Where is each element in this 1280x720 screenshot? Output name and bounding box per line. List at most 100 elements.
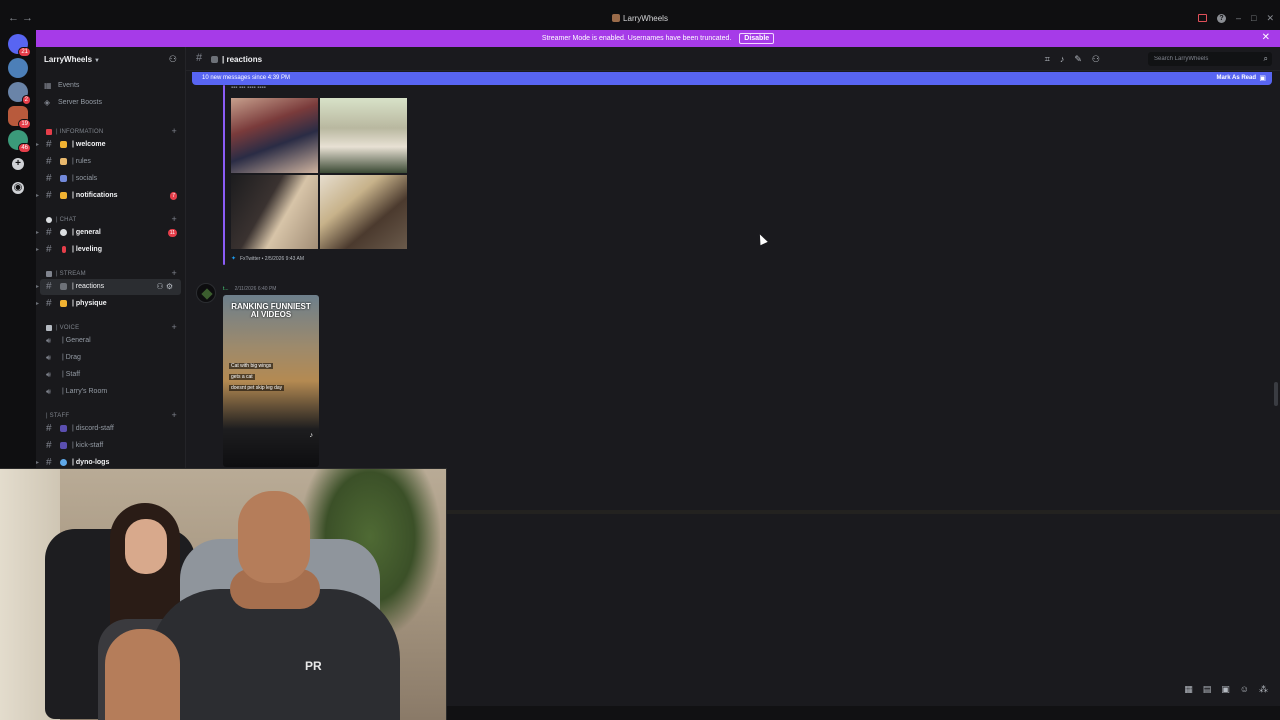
disable-streamer-button[interactable]: Disable — [739, 33, 775, 44]
header-toolbar: ⌗ ♪ ✎ ⚇ — [1045, 54, 1100, 65]
gift-icon[interactable]: ▦ — [1184, 684, 1193, 695]
channel-settings-icons[interactable]: ⚇ ⚙ — [156, 282, 173, 291]
add-server-icon[interactable]: + — [12, 158, 24, 170]
category-label: | CHAT — [56, 217, 77, 223]
scroll-icon — [60, 158, 67, 165]
screen-icon — [46, 271, 52, 277]
embed-image[interactable] — [320, 175, 407, 249]
hash-icon: # — [196, 52, 203, 64]
channel-label: | rules — [72, 158, 91, 165]
divider — [446, 510, 1280, 514]
category-label: | VOICE — [56, 325, 80, 331]
channel-notifications[interactable]: ▸ # | notifications 7 — [36, 188, 185, 204]
scrollbar[interactable] — [1274, 382, 1278, 406]
channel-discord-staff[interactable]: # | discord-staff — [36, 421, 185, 437]
channel-label: | welcome — [72, 141, 106, 148]
server-button[interactable]: 46 — [8, 130, 31, 153]
channel-welcome[interactable]: ▸ # | welcome — [36, 137, 185, 153]
sidebar-item-server-boosts[interactable]: ◈ Server Boosts — [44, 96, 174, 110]
server-badge: 2 — [21, 95, 31, 105]
chevron-down-icon: ▼ — [94, 58, 100, 64]
avatar[interactable] — [196, 283, 216, 303]
webcam-person-arm — [105, 629, 180, 720]
sidebar-item-label: Events — [58, 82, 80, 89]
help-icon[interactable]: ? — [1217, 13, 1226, 23]
add-channel-icon[interactable]: + — [172, 126, 177, 136]
close-button[interactable]: ✕ — [1266, 13, 1274, 23]
speech-bubble-icon — [60, 229, 67, 236]
new-messages-text: 10 new messages since 4:39 PM — [202, 75, 291, 81]
minimize-button[interactable]: – — [1236, 13, 1241, 23]
mark-as-read-button[interactable]: Mark As Read — [1217, 75, 1256, 81]
inbox-icon[interactable] — [1198, 14, 1207, 22]
close-icon[interactable]: ✕ — [1262, 32, 1270, 43]
composer-toolbar: ▦ ▤ ▣ ☺ ⁂ — [1184, 684, 1268, 695]
voice-channel-general[interactable]: 🔊︎ | General — [36, 333, 185, 349]
server-button[interactable] — [8, 58, 28, 78]
boost-icon: ◈ — [44, 98, 51, 107]
screen-icon — [211, 56, 218, 63]
channel-reactions[interactable]: ▸ # | reactions ⚇ ⚙ — [36, 279, 181, 295]
channel-general[interactable]: ▸ # | general 11 — [36, 225, 185, 241]
guild-header[interactable]: LarryWheels ▼ — [44, 55, 100, 64]
add-channel-icon[interactable]: + — [172, 268, 177, 278]
hash-icon: # — [46, 173, 52, 184]
emoji-icon[interactable]: ☺ — [1240, 684, 1249, 695]
banner-message: Streamer Mode is enabled. Usernames have… — [36, 33, 1280, 44]
home-button[interactable]: 21 — [8, 34, 31, 57]
voice-channel-staff[interactable]: 🔊︎ | Staff — [36, 367, 185, 383]
category-icon — [46, 129, 52, 135]
unread-indicator-icon: ▸ — [36, 230, 40, 236]
video-attachment[interactable]: RANKING FUNNIEST AI VIDEOS Cat with big w… — [223, 295, 319, 467]
embed-footer: ✦ FxTwitter • 2/5/2026 9:43 AM — [231, 255, 304, 262]
add-channel-icon[interactable]: + — [172, 322, 177, 332]
add-channel-icon[interactable]: + — [172, 214, 177, 224]
hash-icon: # — [46, 190, 52, 201]
channel-physique[interactable]: ▸ # | physique — [36, 296, 185, 312]
search-input[interactable] — [1154, 53, 1254, 65]
speaker-icon: 🔊︎ — [46, 370, 52, 379]
video-caption: gets a cat — [229, 374, 255, 380]
sidebar-item-events[interactable]: ▦ Events — [44, 79, 174, 93]
apps-icon[interactable]: ⁂ — [1259, 684, 1268, 695]
channel-label: | leveling — [72, 246, 102, 253]
channel-rules[interactable]: # | rules — [36, 154, 185, 170]
gif-icon[interactable]: ▤ — [1203, 684, 1212, 695]
voice-channel-drag[interactable]: 🔊︎ | Drag — [36, 350, 185, 366]
embed-image[interactable] — [320, 98, 407, 173]
discover-icon[interactable]: ◉ — [12, 182, 24, 194]
sticker-icon[interactable]: ▣ — [1221, 684, 1230, 695]
server-button[interactable]: 2 — [8, 82, 31, 105]
webcam-person-face — [238, 491, 310, 583]
tiktok-icon: ♪ — [309, 432, 314, 439]
maximize-button[interactable]: □ — [1251, 13, 1256, 23]
server-rail: 21 2 19 46 + ◉ — [0, 30, 36, 470]
notification-bell-icon[interactable]: ♪ — [1060, 54, 1065, 65]
channel-leveling[interactable]: ▸ # | leveling — [36, 242, 185, 258]
threads-icon[interactable]: ⌗ — [1045, 54, 1050, 65]
title-bar: ← → LarryWheels ? – □ ✕ — [0, 0, 1280, 30]
embed-image[interactable] — [231, 175, 318, 249]
wave-icon — [60, 141, 67, 148]
webcam-person-face — [125, 519, 167, 574]
channel-socials[interactable]: # | socials — [36, 171, 185, 187]
voice-channel-larrys-room[interactable]: 🔊︎ | Larry's Room — [36, 384, 185, 400]
add-channel-icon[interactable]: + — [172, 410, 177, 420]
server-button-active[interactable]: 19 — [8, 106, 31, 129]
embed-accent-bar — [223, 85, 225, 265]
mention-badge: 7 — [170, 192, 177, 200]
hash-icon: # — [46, 440, 52, 451]
server-icon — [612, 14, 621, 22]
pin-icon[interactable]: ✎ — [1074, 54, 1082, 65]
search-box[interactable]: ⌕ — [1148, 52, 1272, 66]
invite-icon[interactable]: ⚇ — [169, 54, 177, 65]
member-list-icon[interactable]: ⚇ — [1092, 54, 1100, 65]
flexed-biceps-icon — [60, 300, 67, 307]
channel-kick-staff[interactable]: # | kick-staff — [36, 438, 185, 454]
hash-icon: # — [46, 156, 52, 167]
hash-icon: # — [46, 281, 52, 292]
category-label: | INFORMATION — [56, 129, 104, 135]
embed-image[interactable] — [231, 98, 318, 173]
username[interactable]: t... — [223, 286, 229, 292]
new-messages-bar[interactable]: 10 new messages since 4:39 PM Mark As Re… — [192, 72, 1272, 85]
